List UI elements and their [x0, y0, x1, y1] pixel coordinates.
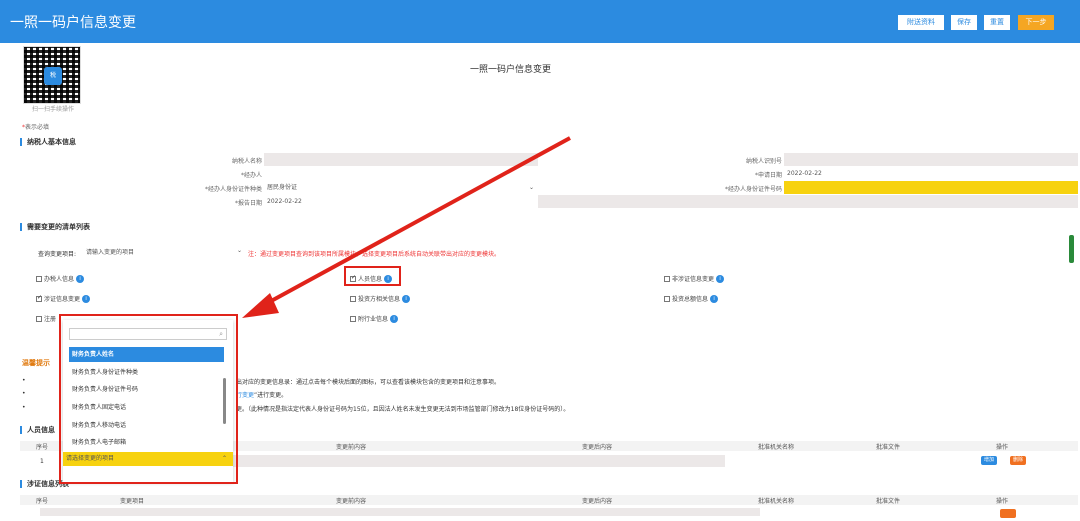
page-scrollbar[interactable] — [1069, 235, 1074, 263]
annotation-arrow — [242, 136, 571, 318]
